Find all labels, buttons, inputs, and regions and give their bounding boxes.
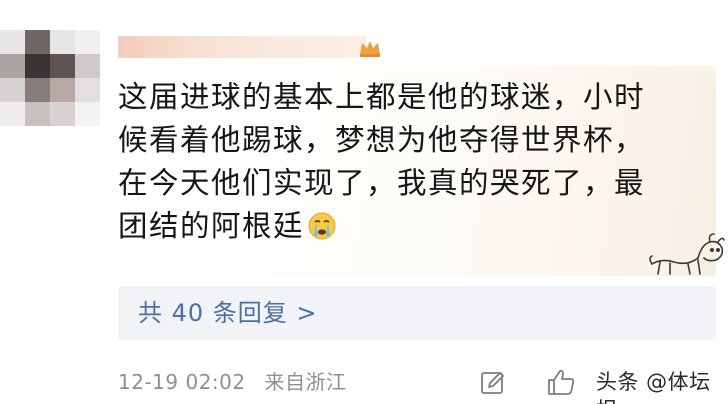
comment-line: 这届进球的基本上都是他的球迷，小时	[118, 80, 646, 114]
dog-sticker-icon	[649, 233, 725, 275]
comment-line-text: 团结的阿根廷	[118, 209, 305, 243]
avatar[interactable]	[0, 30, 100, 126]
crying-face-icon	[308, 212, 336, 240]
edit-icon[interactable]	[480, 370, 506, 396]
timestamp: 12-19 02:02	[118, 370, 246, 394]
replies-panel: 共 40 条回复 >	[118, 286, 716, 340]
crown-badge-icon	[360, 41, 380, 57]
source-watermark: 头条 @体坛报	[596, 370, 711, 404]
comment-line: 候看着他踢球，梦想为他夺得世界杯，	[118, 123, 646, 157]
location: 来自浙江	[264, 370, 347, 394]
view-replies-link[interactable]: 共 40 条回复 >	[138, 296, 318, 330]
comment-line: 团结的阿根廷	[118, 205, 678, 248]
thumbs-up-icon[interactable]	[546, 368, 576, 396]
comment-meta: 12-19 02:02 来自浙江	[118, 368, 346, 396]
comment-line: 在今天他们实现了，我真的哭死了，最	[118, 166, 646, 200]
username-blurred[interactable]	[118, 36, 366, 58]
comment-text: 这届进球的基本上都是他的球迷，小时 候看着他踢球，梦想为他夺得世界杯， 在今天他…	[118, 76, 678, 248]
